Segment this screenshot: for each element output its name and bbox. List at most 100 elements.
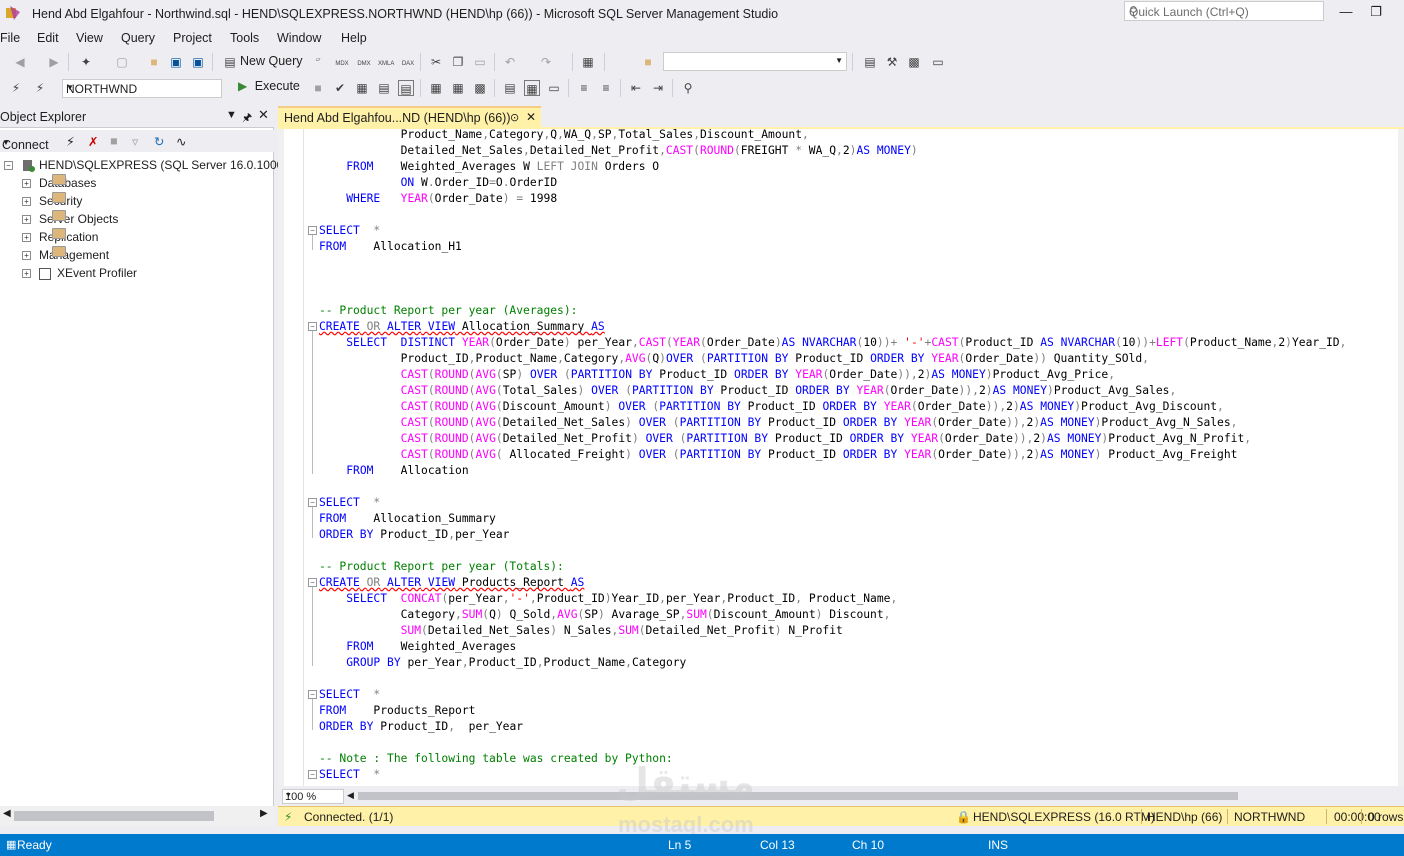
quick-launch-input[interactable]: Quick Launch (Ctrl+Q) ⚲ xyxy=(1124,1,1324,21)
expand-icon[interactable]: + xyxy=(22,179,31,189)
object-explorer-hscrollbar[interactable]: ◀ ▶ xyxy=(0,806,274,826)
collapse-icon[interactable]: − xyxy=(4,161,13,171)
open-folder-icon[interactable]: ■ xyxy=(146,54,162,70)
tree-item-replication[interactable]: + Replication xyxy=(22,228,98,246)
disconnect-icon[interactable]: ✗ xyxy=(88,134,98,149)
tree-item-databases[interactable]: + Databases xyxy=(22,174,96,192)
menu-edit[interactable]: Edit xyxy=(37,31,59,45)
find-combo[interactable]: ▼ xyxy=(663,52,847,71)
scroll-left-icon[interactable]: ◀ xyxy=(3,808,11,819)
menu-window[interactable]: Window xyxy=(277,31,321,45)
xmla-query-icon[interactable]: XMLA xyxy=(378,56,394,72)
menu-project[interactable]: Project xyxy=(173,31,212,45)
save-all-icon[interactable]: ▣ xyxy=(190,54,206,70)
mdx-query-icon[interactable]: MDX xyxy=(334,56,350,72)
connect-plug-icon[interactable]: ⚡ xyxy=(8,80,24,96)
intellisense-icon[interactable]: ▤ xyxy=(398,80,414,96)
expand-icon[interactable]: + xyxy=(22,233,31,243)
scroll-thumb[interactable] xyxy=(358,792,1238,800)
parse-check-icon[interactable]: ✔ xyxy=(332,80,348,96)
uncomment-lines-icon[interactable]: ≡ xyxy=(598,80,614,96)
redo-icon[interactable]: ↷ xyxy=(538,54,554,70)
code-line: SELECT CONCAT(per_Year,'-',Product_ID)Ye… xyxy=(346,592,898,605)
tree-item-xevent-profiler[interactable]: + XEvent Profiler xyxy=(22,264,137,282)
activity-monitor-icon[interactable]: ∿ xyxy=(176,134,186,149)
tree-item-server-objects[interactable]: + Server Objects xyxy=(22,210,118,228)
results-to-file-icon[interactable]: ▭ xyxy=(546,80,562,96)
filter-icon[interactable]: ▿ xyxy=(132,134,138,149)
menu-help[interactable]: Help xyxy=(341,31,367,45)
paste-icon[interactable]: ▭ xyxy=(472,54,488,70)
scroll-right-icon[interactable]: ▶ xyxy=(260,808,268,819)
tab-northwind-sql[interactable]: Hend Abd Elgahfou...ND (HEND\hp (66)) ⊙ … xyxy=(278,106,541,128)
new-query-button[interactable]: ▤ New Query xyxy=(222,54,302,69)
menu-tools[interactable]: Tools xyxy=(230,31,259,45)
display-plan-icon[interactable]: ▦ xyxy=(354,80,370,96)
collapse-icon[interactable]: − xyxy=(308,690,317,699)
collapse-icon[interactable]: − xyxy=(308,322,317,331)
forward-icon[interactable]: ▶ xyxy=(46,54,62,70)
minimize-button[interactable]: — xyxy=(1336,4,1356,20)
collapse-icon[interactable]: − xyxy=(308,578,317,587)
scroll-left-icon[interactable]: ◀ xyxy=(347,790,354,801)
editor-vscrollbar[interactable] xyxy=(1398,129,1404,786)
client-stats-icon[interactable]: ▩ xyxy=(472,80,488,96)
close-icon[interactable]: ✕ xyxy=(258,107,269,123)
decrease-indent-icon[interactable]: ⇤ xyxy=(628,80,644,96)
results-to-grid-icon[interactable]: ▦ xyxy=(524,80,540,96)
copy-icon[interactable]: ❐ xyxy=(450,54,466,70)
tree-item-management[interactable]: + Management xyxy=(22,246,109,264)
activity-monitor-icon[interactable]: ▦ xyxy=(580,54,596,70)
cut-icon[interactable]: ✂ xyxy=(428,54,444,70)
chevron-down-icon: ▼ xyxy=(2,138,10,147)
db-engine-query-icon[interactable]: ▱ xyxy=(310,52,326,68)
actual-plan-icon[interactable]: ▦ xyxy=(428,80,444,96)
expand-icon[interactable]: + xyxy=(22,269,31,279)
menu-query[interactable]: Query xyxy=(121,31,155,45)
restore-button[interactable]: ❐ xyxy=(1366,4,1386,20)
live-stats-icon[interactable]: ▦ xyxy=(450,80,466,96)
pin-icon[interactable]: ⊙ xyxy=(510,111,519,124)
refresh-icon[interactable]: ↻ xyxy=(154,134,164,149)
collapse-icon[interactable]: − xyxy=(308,498,317,507)
connect-plug-icon[interactable]: ⚡ xyxy=(66,134,75,149)
expand-icon[interactable]: + xyxy=(22,215,31,225)
save-icon[interactable]: ▣ xyxy=(168,54,184,70)
increase-indent-icon[interactable]: ⇥ xyxy=(650,80,666,96)
collapse-icon[interactable]: − xyxy=(308,226,317,235)
server-node[interactable]: − HEND\SQLEXPRESS (SQL Server 16.0.1000 -… xyxy=(4,156,303,174)
window-layout-icon[interactable]: ▭ xyxy=(930,54,946,70)
results-to-text-icon[interactable]: ▤ xyxy=(502,80,518,96)
menu-view[interactable]: View xyxy=(76,31,103,45)
change-connection-icon[interactable]: ⚡ xyxy=(32,80,48,96)
expand-icon[interactable]: + xyxy=(22,197,31,207)
back-icon[interactable]: ◀ xyxy=(12,54,28,70)
stop-icon[interactable]: ■ xyxy=(310,80,326,96)
find-in-files-icon[interactable]: ■ xyxy=(640,54,656,70)
menu-file[interactable]: File xyxy=(0,31,20,45)
add-item-icon[interactable]: ▢ xyxy=(114,54,130,70)
properties-wrench-icon[interactable]: ⚒ xyxy=(884,54,900,70)
chevron-down-icon[interactable]: ▼ xyxy=(226,109,237,121)
collapse-icon[interactable]: − xyxy=(308,770,317,779)
dmx-query-icon[interactable]: DMX xyxy=(356,56,372,72)
toolbox-icon[interactable]: ▩ xyxy=(906,54,922,70)
pin-icon[interactable]: 🖈 xyxy=(242,109,252,128)
zoom-select[interactable]: 100 % ▼ xyxy=(282,789,344,804)
registered-servers-icon[interactable]: ▤ xyxy=(862,54,878,70)
scroll-thumb[interactable] xyxy=(14,811,214,821)
status-insert-mode: INS xyxy=(988,838,1009,852)
specify-values-icon[interactable]: ⚲ xyxy=(680,80,696,96)
available-databases-select[interactable]: NORTHWND ▼ xyxy=(62,79,222,98)
undo-icon[interactable]: ↶ xyxy=(502,54,518,70)
sql-editor[interactable]: − − − − − − Product_Name,Category,Q,WA_Q… xyxy=(278,129,1404,786)
comment-lines-icon[interactable]: ≡ xyxy=(576,80,592,96)
tree-item-security[interactable]: +Security xyxy=(22,192,82,210)
new-project-icon[interactable]: ✦ xyxy=(78,54,94,70)
query-options-icon[interactable]: ▤ xyxy=(376,80,392,96)
execute-button[interactable]: ▶ Execute xyxy=(238,79,300,93)
stop-icon[interactable]: ■ xyxy=(110,134,118,148)
dax-query-icon[interactable]: DAX xyxy=(400,56,416,72)
close-icon[interactable]: ✕ xyxy=(526,110,536,124)
expand-icon[interactable]: + xyxy=(22,251,31,261)
